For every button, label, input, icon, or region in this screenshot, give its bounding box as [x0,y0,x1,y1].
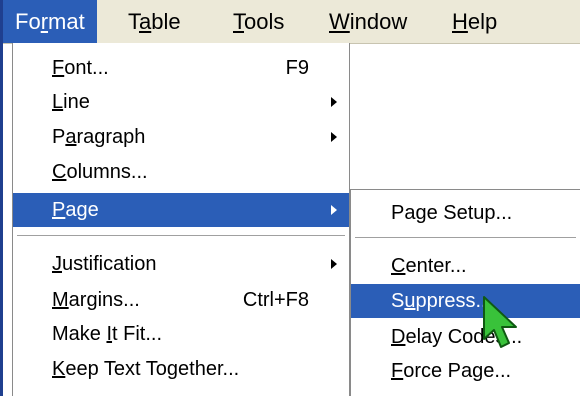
menu-item-paragraph[interactable]: Paragraph [13,120,349,154]
menu-item-label: Force Page... [391,360,512,382]
menu-item-page[interactable]: Page [13,193,349,227]
menu-item-make-it-fit[interactable]: Make It Fit... [13,317,349,351]
menu-item-label: Center... [391,255,467,277]
menu-item-force-page[interactable]: Force Page... [351,354,580,388]
menu-table[interactable]: Table [116,0,193,43]
menu-item-label: Make It Fit... [52,323,163,345]
submenu-arrow-icon [331,205,337,215]
menu-help[interactable]: Help [440,0,509,43]
menu-item-label: Page Setup... [391,202,513,224]
menu-item-delay-codes[interactable]: Delay Codes... [351,320,580,354]
menu-item-label: Font... [52,57,109,79]
menu-item-justification[interactable]: Justification [13,247,349,281]
menu-bar: Format Table Tools Window Help [3,0,580,44]
menu-item-margins[interactable]: Margins... Ctrl+F8 [13,283,349,317]
window-frame-left [0,0,3,396]
menu-item-label: Line [52,91,90,113]
menu-item-label: Suppress... [391,290,493,312]
menu-item-keep-text-together[interactable]: Keep Text Together... [13,352,349,386]
menu-item-label: Keep Text Together... [52,358,240,380]
menu-format[interactable]: Format [3,0,97,43]
shortcut-label: F9 [285,57,309,79]
menu-item-label: Page [52,199,99,221]
format-menu: Font... F9 Line Paragraph Columns... Pag… [12,43,350,396]
menu-item-page-setup[interactable]: Page Setup... [351,196,580,230]
menu-item-label: Paragraph [52,126,146,148]
menu-separator [355,237,576,239]
submenu-arrow-icon [331,97,337,107]
menu-item-line[interactable]: Line [13,85,349,119]
shortcut-label: Ctrl+F8 [242,289,309,311]
menu-item-label: Justification [52,253,157,275]
menu-item-suppress[interactable]: Suppress... [351,284,580,318]
menu-item-center[interactable]: Center... [351,249,580,283]
menu-separator [17,235,345,237]
menu-item-label: Margins... [52,289,140,311]
submenu-arrow-icon [331,259,337,269]
arrow-pointer-icon [483,296,517,348]
menu-item-columns[interactable]: Columns... [13,155,349,189]
menu-item-label: Columns... [52,161,148,183]
menu-item-font[interactable]: Font... F9 [13,51,349,85]
page-submenu: Page Setup... Center... Suppress... Dela… [350,189,580,396]
menu-window[interactable]: Window [317,0,419,43]
submenu-arrow-icon [331,132,337,142]
menu-tools[interactable]: Tools [221,0,296,43]
